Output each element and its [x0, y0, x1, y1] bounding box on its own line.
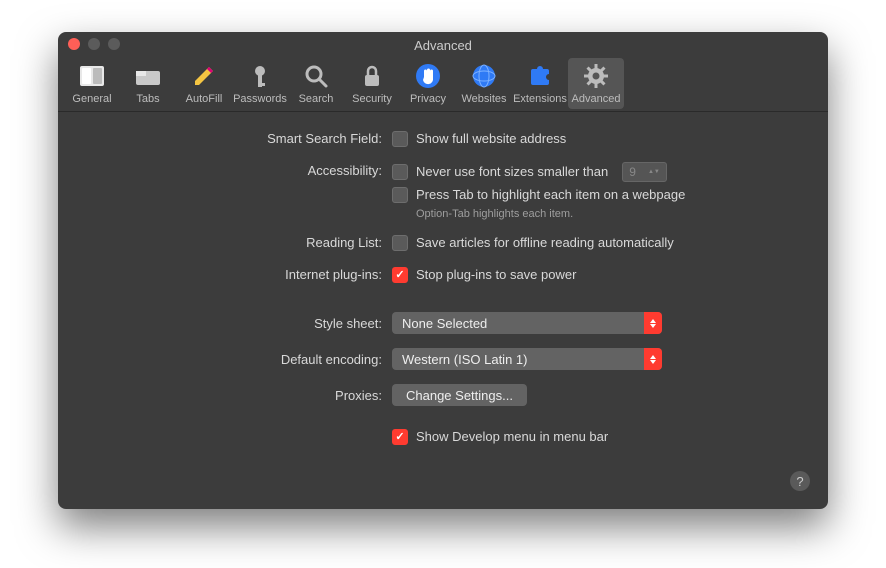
help-button[interactable]: ? [790, 471, 810, 491]
font-size-stepper[interactable]: 9 ▲▼ [622, 162, 667, 182]
press-tab-hint: Option-Tab highlights each item. [416, 208, 685, 220]
tab-extensions[interactable]: Extensions [512, 58, 568, 109]
tab-tabs[interactable]: Tabs [120, 58, 176, 109]
save-offline-checkbox[interactable]: Save articles for offline reading automa… [392, 234, 674, 252]
change-settings-button[interactable]: Change Settings... [392, 384, 527, 406]
reading-list-label: Reading List: [82, 234, 392, 252]
globe-icon [470, 62, 498, 90]
search-icon [302, 62, 330, 90]
window-title: Advanced [58, 34, 828, 53]
tab-advanced[interactable]: Advanced [568, 58, 624, 109]
min-font-size-checkbox[interactable]: Never use font sizes smaller than 9 ▲▼ [392, 162, 685, 182]
checkbox-icon [392, 235, 408, 251]
plugins-label: Internet plug-ins: [82, 266, 392, 284]
encoding-select[interactable]: Western (ISO Latin 1) [392, 348, 662, 370]
tab-security[interactable]: Security [344, 58, 400, 109]
toolbar: General Tabs AutoFill Passwords Search [58, 54, 828, 112]
tab-general[interactable]: General [64, 58, 120, 109]
lock-icon [358, 62, 386, 90]
checkbox-icon [392, 187, 408, 203]
tab-websites[interactable]: Websites [456, 58, 512, 109]
style-sheet-label: Style sheet: [82, 312, 392, 333]
tab-search[interactable]: Search [288, 58, 344, 109]
style-sheet-select[interactable]: None Selected [392, 312, 662, 334]
proxies-label: Proxies: [82, 384, 392, 405]
traffic-lights [68, 38, 120, 50]
content: Smart Search Field: Show full website ad… [58, 112, 828, 446]
pencil-icon [190, 62, 218, 90]
preferences-window: Advanced General Tabs AutoFill Passwords [58, 32, 828, 509]
close-icon[interactable] [68, 38, 80, 50]
checkbox-icon [392, 429, 408, 445]
checkbox-icon [392, 164, 408, 180]
key-icon [246, 62, 274, 90]
switch-icon [78, 62, 106, 90]
chevron-updown-icon [644, 312, 662, 334]
hand-icon [414, 62, 442, 90]
press-tab-checkbox[interactable]: Press Tab to highlight each item on a we… [392, 186, 685, 204]
tab-privacy[interactable]: Privacy [400, 58, 456, 109]
puzzle-icon [526, 62, 554, 90]
checkbox-icon [392, 131, 408, 147]
minimize-icon[interactable] [88, 38, 100, 50]
checkbox-icon [392, 267, 408, 283]
gear-icon [582, 62, 610, 90]
show-full-address-checkbox[interactable]: Show full website address [392, 130, 566, 148]
titlebar: Advanced [58, 32, 828, 54]
encoding-label: Default encoding: [82, 348, 392, 369]
show-develop-menu-checkbox[interactable]: Show Develop menu in menu bar [392, 428, 608, 446]
tab-autofill[interactable]: AutoFill [176, 58, 232, 109]
zoom-icon[interactable] [108, 38, 120, 50]
question-icon: ? [796, 474, 803, 489]
tab-passwords[interactable]: Passwords [232, 58, 288, 109]
accessibility-label: Accessibility: [82, 162, 392, 180]
tabs-icon [134, 62, 162, 90]
smart-search-label: Smart Search Field: [82, 130, 392, 148]
chevron-updown-icon: ▲▼ [642, 163, 666, 181]
chevron-updown-icon [644, 348, 662, 370]
stop-plugins-checkbox[interactable]: Stop plug-ins to save power [392, 266, 576, 284]
